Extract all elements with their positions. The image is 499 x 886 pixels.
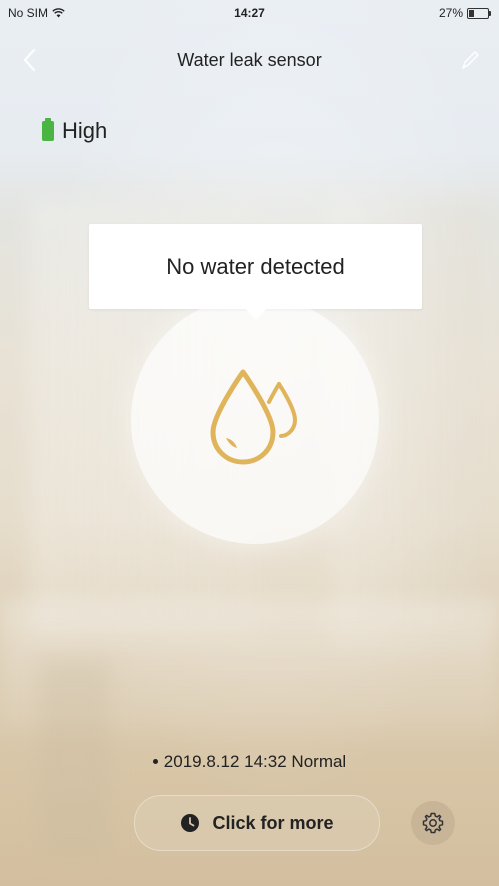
screen: No SIM 14:27 27% Water leak sensor High … (0, 0, 499, 886)
status-circle (131, 296, 379, 544)
device-battery-icon (42, 118, 54, 141)
record-bullet (152, 758, 158, 764)
gear-icon (422, 812, 444, 834)
click-for-more-button[interactable]: Click for more (134, 795, 380, 851)
battery-icon (467, 7, 491, 19)
status-bar: No SIM 14:27 27% (0, 0, 499, 26)
more-label: Click for more (212, 812, 334, 833)
water-drops-icon (210, 369, 297, 465)
status-right: 27% (438, 6, 491, 20)
last-record: 2019.8.12 14:32 Normal (0, 752, 499, 772)
clock-icon (181, 814, 200, 832)
settings-button[interactable] (411, 801, 455, 845)
device-battery-label: High (62, 118, 108, 143)
status-message: No water detected (166, 253, 345, 279)
nav-bar: Water leak sensor (0, 40, 499, 80)
battery-percent: 27% (438, 6, 463, 20)
page-title: Water leak sensor (177, 50, 322, 70)
record-state: Normal (291, 752, 347, 771)
status-time: 14:27 (234, 6, 265, 20)
record-timestamp: 2019.8.12 14:32 (163, 752, 287, 771)
pencil-icon[interactable] (459, 48, 481, 72)
battery-fill (469, 9, 474, 17)
device-battery: High (42, 118, 107, 144)
status-tooltip: No water detected (89, 224, 422, 320)
